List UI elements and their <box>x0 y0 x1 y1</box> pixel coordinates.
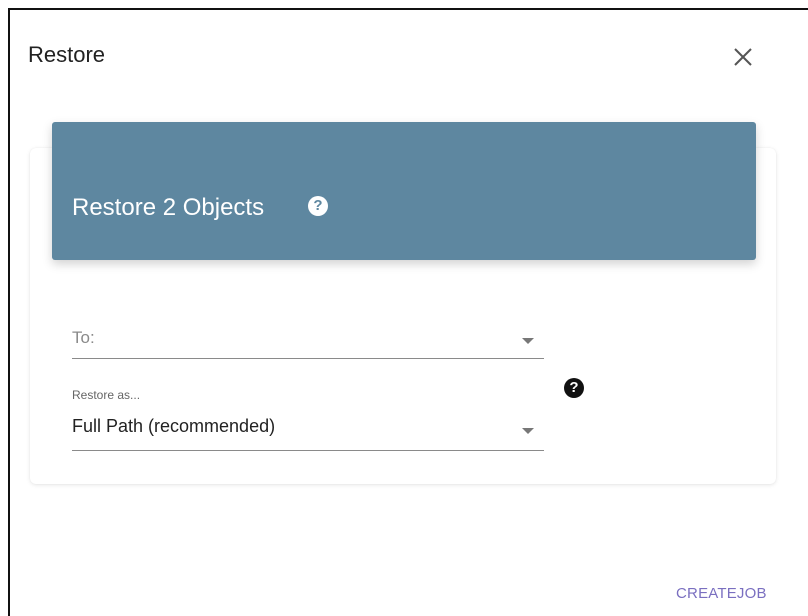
restore-as-select[interactable]: Restore as... Full Path (recommended) <box>72 386 544 451</box>
to-select[interactable]: To: <box>72 322 544 359</box>
close-button[interactable] <box>730 44 756 70</box>
chevron-down-icon[interactable] <box>522 338 534 344</box>
restore-as-value: Full Path (recommended) <box>72 416 276 436</box>
card-header-title: Restore 2 Objects <box>72 194 265 221</box>
chevron-down-icon[interactable] <box>522 428 534 434</box>
help-circle-icon[interactable]: ? <box>564 378 584 398</box>
dialog-title: Restore <box>28 42 106 67</box>
to-placeholder: To: <box>72 328 95 347</box>
help-circle-icon[interactable]: ? <box>308 196 328 216</box>
create-job-button[interactable]: CREATEJOB <box>676 585 767 602</box>
card-header: Restore 2 Objects ? <box>52 122 756 260</box>
close-icon <box>734 48 752 66</box>
restore-as-label: Restore as... <box>72 388 141 402</box>
